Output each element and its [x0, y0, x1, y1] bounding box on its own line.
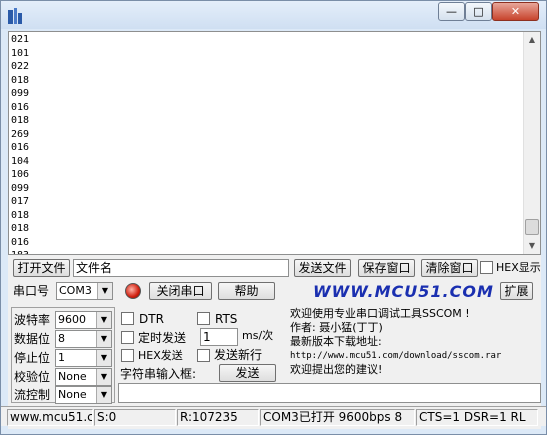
- send-button[interactable]: 发送: [219, 364, 276, 382]
- chevron-down-icon: ▼: [96, 369, 111, 385]
- status-bar: www.mcu51.cor S:0 R:107235 COM3已打开 9600b…: [1, 406, 546, 426]
- vertical-scrollbar[interactable]: ▲ ▼: [523, 32, 540, 254]
- maximize-button[interactable]: □: [465, 2, 492, 21]
- chevron-down-icon: ▼: [96, 350, 111, 366]
- info-line-url[interactable]: http://www.mcu51.com/download/sscom.rar: [290, 349, 536, 363]
- title-bar[interactable]: — □ ✕: [1, 1, 546, 29]
- parity-label: 校验位: [14, 370, 51, 384]
- info-line-feedback: 欢迎提出您的建议!: [290, 363, 383, 376]
- file-name-field[interactable]: 文件名: [73, 259, 289, 277]
- hex-send-label: HEX发送: [138, 349, 183, 362]
- chevron-down-icon: ▼: [96, 387, 111, 403]
- receive-line: 018: [11, 209, 30, 221]
- receive-line: 016: [11, 142, 30, 153]
- hex-send-checkbox[interactable]: [121, 349, 134, 362]
- scroll-thumb[interactable]: [525, 219, 539, 235]
- open-file-button[interactable]: 打开文件: [13, 259, 70, 277]
- mcu51-logo: WWW.MCU51.COM: [313, 282, 494, 301]
- client-area: 021 101 022 018 099 016 018 269 016 104 106 099 017 0…: [8, 31, 541, 429]
- app-icon: [8, 8, 22, 24]
- receive-line: 017: [11, 196, 30, 207]
- port-select[interactable]: COM3 ▼: [56, 282, 113, 300]
- status-sent: S:0: [94, 409, 176, 426]
- scroll-down-arrow-icon[interactable]: ▼: [524, 238, 540, 254]
- status-port: COM3已打开 9600bps 8: [260, 409, 415, 426]
- flow-select[interactable]: None ▼: [55, 386, 112, 404]
- stop-bits-label: 停止位: [14, 351, 51, 365]
- port-label: 串口号: [13, 284, 50, 298]
- info-line-welcome: 欢迎使用专业串口调试工具SSCOM !: [290, 307, 470, 320]
- timed-send-checkbox[interactable]: [121, 331, 134, 344]
- data-bits-label: 数据位: [14, 332, 51, 346]
- receive-line: 099: [11, 88, 30, 99]
- scroll-up-arrow-icon[interactable]: ▲: [524, 32, 540, 48]
- serial-settings-panel: 波特率 9600 ▼ 数据位 8 ▼ 停止位 1 ▼ 校验位 None ▼ 流控…: [11, 307, 115, 404]
- status-received: R:107235: [177, 409, 259, 426]
- interval-unit-label: ms/次: [242, 329, 274, 342]
- parity-select[interactable]: None ▼: [55, 368, 112, 386]
- flow-value: None: [58, 388, 87, 401]
- sscom-window: — □ ✕ 021 101 022 018 099 016 018 269 016 104 106 0…: [0, 0, 547, 435]
- send-input[interactable]: [118, 383, 541, 403]
- send-newline-checkbox[interactable]: [197, 349, 210, 362]
- minimize-button[interactable]: —: [438, 2, 465, 21]
- receive-line: 018: [11, 115, 30, 126]
- port-status-led-icon: [125, 283, 141, 299]
- status-signals: CTS=1 DSR=1 RL: [416, 409, 538, 426]
- flow-label: 流控制: [14, 388, 51, 402]
- close-button[interactable]: ✕: [492, 2, 539, 21]
- info-panel: 欢迎使用专业串口调试工具SSCOM ! 作者: 聂小猛(丁丁) 最新版本下载地址…: [290, 307, 536, 380]
- dtr-checkbox[interactable]: [121, 312, 134, 325]
- chevron-down-icon: ▼: [96, 331, 111, 347]
- parity-value: None: [58, 370, 87, 383]
- timed-send-label: 定时发送: [138, 331, 187, 345]
- rts-label: RTS: [215, 312, 238, 326]
- receive-line: 269: [11, 128, 30, 140]
- clear-window-button[interactable]: 清除窗口: [421, 259, 478, 277]
- receive-line: 022: [11, 61, 30, 72]
- data-bits-value: 8: [58, 332, 65, 345]
- baud-select[interactable]: 9600 ▼: [55, 311, 112, 329]
- expand-button[interactable]: 扩展: [500, 282, 533, 300]
- receive-line: 183: [11, 249, 29, 254]
- hex-display-label: HEX显示: [496, 261, 541, 274]
- receive-textarea[interactable]: 021 101 022 018 099 016 018 269 016 104 106 099 017 0…: [8, 31, 541, 255]
- info-line-author: 作者: 聂小猛(丁丁): [290, 321, 383, 334]
- receive-line: 099: [11, 182, 30, 194]
- save-window-button[interactable]: 保存窗口: [358, 259, 415, 277]
- baud-label: 波特率: [14, 313, 51, 327]
- input-box-label: 字符串输入框:: [120, 367, 197, 381]
- send-file-button[interactable]: 发送文件: [294, 259, 351, 277]
- receive-line: 018: [11, 223, 30, 234]
- receive-line: 018: [11, 74, 30, 86]
- status-site: www.mcu51.cor: [7, 409, 93, 426]
- stop-bits-value: 1: [58, 351, 65, 364]
- receive-text: 021 101 022 018 099 016 018 269 016 104 106 099 017 0…: [11, 33, 30, 254]
- chevron-down-icon: ▼: [97, 283, 112, 299]
- rts-checkbox[interactable]: [197, 312, 210, 325]
- receive-line: 106: [11, 169, 30, 180]
- close-port-button[interactable]: 关闭串口: [149, 282, 212, 300]
- send-newline-label: 发送新行: [214, 348, 263, 362]
- help-button[interactable]: 帮助: [218, 282, 275, 300]
- receive-line: 021: [11, 34, 30, 45]
- chevron-down-icon: ▼: [96, 312, 111, 328]
- stop-bits-select[interactable]: 1 ▼: [55, 349, 112, 367]
- interval-input[interactable]: 1: [200, 328, 238, 346]
- info-line-download: 最新版本下载地址:: [290, 335, 382, 348]
- receive-line: 016: [11, 236, 30, 248]
- hex-display-checkbox[interactable]: [480, 261, 493, 274]
- receive-line: 016: [11, 101, 30, 113]
- data-bits-select[interactable]: 8 ▼: [55, 330, 112, 348]
- port-value: COM3: [59, 284, 92, 297]
- dtr-label: DTR: [139, 312, 164, 326]
- receive-line: 101: [11, 47, 30, 59]
- baud-value: 9600: [58, 313, 86, 326]
- receive-line: 104: [11, 155, 30, 167]
